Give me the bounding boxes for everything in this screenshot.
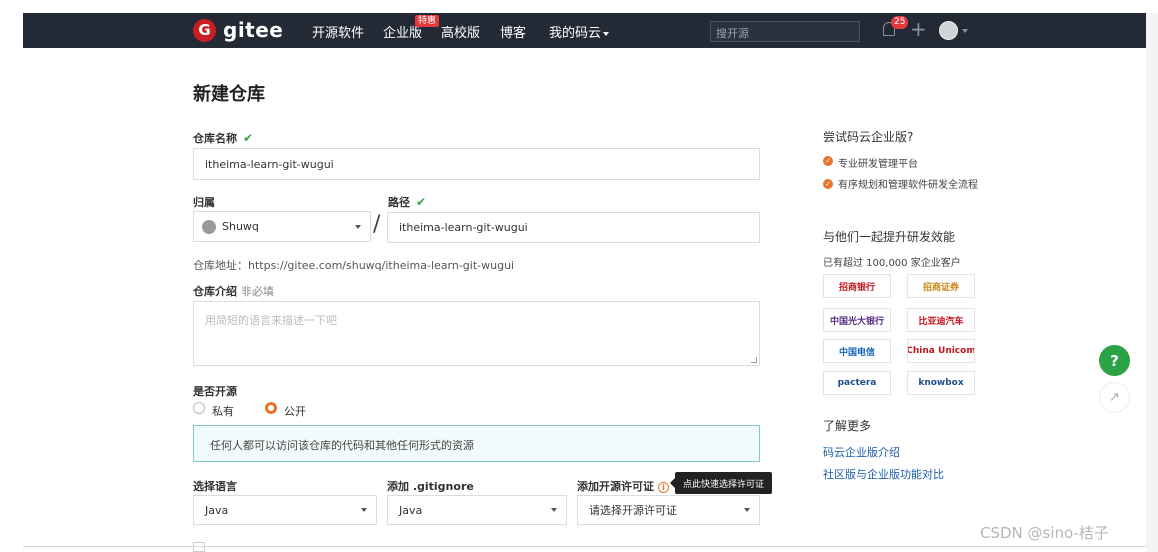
customer-logo-ceb: 中国光大银行 xyxy=(823,308,891,332)
repo-name-input[interactable]: itheima-learn-git-wugui xyxy=(193,148,760,180)
license-placeholder: 请选择开源许可证 xyxy=(589,504,677,517)
logo-text: gitee xyxy=(223,18,284,42)
customer-logo-cms: 招商证券 xyxy=(907,274,975,298)
top-navbar: G gitee 开源软件 企业版 特惠 高校版 博客 我的码云 搜开源 25 + xyxy=(23,13,1146,48)
path-label: 路径 ✔ xyxy=(388,194,426,210)
chevron-down-icon xyxy=(361,508,367,512)
repo-address: 仓库地址：https://gitee.com/shuwq/itheima-lea… xyxy=(193,259,515,272)
language-label: 选择语言 xyxy=(193,480,237,493)
open-source-label: 是否开源 xyxy=(193,385,237,398)
nav-blog[interactable]: 博客 xyxy=(500,22,526,41)
description-placeholder: 用简短的语言来描述一下吧 xyxy=(205,314,337,327)
special-offer-badge: 特惠 xyxy=(415,15,440,27)
gitignore-select[interactable]: Java xyxy=(387,495,567,525)
public-radio-label[interactable]: 公开 xyxy=(284,403,306,419)
plus-icon[interactable]: + xyxy=(910,19,927,39)
customer-logo-telecom: 中国电信 xyxy=(823,339,891,363)
license-select[interactable]: 请选择开源许可证 xyxy=(577,495,760,525)
license-tooltip: 点此快速选择许可证 xyxy=(670,472,772,494)
private-radio-label[interactable]: 私有 xyxy=(212,403,234,419)
check-icon: ✓ xyxy=(823,179,833,189)
customer-logo-cmb: 招商银行 xyxy=(823,274,891,298)
customers-count-text: 已有超过 100,000 家企业客户 xyxy=(823,258,961,269)
license-label-text: 添加开源许可证 xyxy=(577,480,654,493)
info-icon[interactable]: i xyxy=(658,481,669,493)
init-readme-checkbox[interactable] xyxy=(193,542,205,552)
notification-badge: 25 xyxy=(891,16,909,29)
desc-label: 仓库介绍 非必填 xyxy=(193,283,274,299)
bullet-text: 专业研发管理平台 xyxy=(838,159,918,170)
enterprise-bullet: ✓ 有序规划和管理软件研发全流程 xyxy=(823,178,983,193)
enterprise-intro-link[interactable]: 码云企业版介绍 xyxy=(823,444,900,460)
license-label: 添加开源许可证 i xyxy=(577,478,669,494)
check-icon: ✔ xyxy=(416,195,427,209)
language-select[interactable]: Java xyxy=(193,495,377,525)
page-title: 新建仓库 xyxy=(193,84,265,105)
page-scrollbar[interactable] xyxy=(1146,13,1158,552)
gitee-logo[interactable]: G gitee xyxy=(193,18,283,42)
divider xyxy=(23,546,1146,547)
desc-label-text: 仓库介绍 xyxy=(193,285,237,298)
nav-open-source[interactable]: 开源软件 xyxy=(312,22,364,41)
peers-title: 与他们一起提升研发效能 xyxy=(823,230,956,244)
search-input[interactable]: 搜开源 xyxy=(710,21,860,42)
chevron-down-icon xyxy=(603,31,610,36)
check-icon: ✔ xyxy=(243,131,254,145)
customer-logo-unicom: China Unicom xyxy=(907,339,975,363)
nav-my-gitee-label: 我的码云 xyxy=(549,26,602,41)
path-separator: / xyxy=(373,212,381,237)
owner-select[interactable]: Shuwq xyxy=(193,211,371,242)
public-radio[interactable] xyxy=(265,402,277,414)
nav-my-gitee[interactable]: 我的码云 xyxy=(549,22,610,41)
gitee-logo-icon: G xyxy=(193,18,216,42)
chevron-down-icon xyxy=(551,508,557,512)
bullet-text: 有序规划和管理软件研发全流程 xyxy=(838,180,978,191)
try-enterprise-title: 尝试码云企业版? xyxy=(823,130,914,144)
path-label-text: 路径 xyxy=(388,196,410,209)
gitignore-label: 添加 .gitignore xyxy=(387,480,474,493)
owner-avatar xyxy=(202,219,216,234)
chevron-down-icon xyxy=(744,508,750,512)
share-icon[interactable]: ↗ xyxy=(1099,382,1130,413)
learn-more-title: 了解更多 xyxy=(823,419,872,433)
description-textarea[interactable]: 用简短的语言来描述一下吧 xyxy=(193,301,760,366)
chevron-down-icon[interactable] xyxy=(962,29,968,33)
avatar[interactable] xyxy=(939,21,958,40)
owner-label: 归属 xyxy=(193,196,215,209)
feature-compare-link[interactable]: 社区版与企业版功能对比 xyxy=(823,466,944,482)
repo-name-label-text: 仓库名称 xyxy=(193,132,237,145)
gitignore-value: Java xyxy=(399,503,423,517)
owner-value: Shuwq xyxy=(222,220,259,233)
enterprise-bullet: ✓ 专业研发管理平台 xyxy=(823,155,918,170)
language-value: Java xyxy=(205,503,229,517)
visibility-info-box: 任何人都可以访问该仓库的代码和其他任何形式的资源 xyxy=(193,425,760,462)
watermark: CSDN @sino-桔子 xyxy=(980,524,1109,542)
check-icon: ✓ xyxy=(823,156,833,166)
private-radio[interactable] xyxy=(193,402,205,414)
repo-name-label: 仓库名称 ✔ xyxy=(193,130,253,146)
customer-logo-byd: 比亚迪汽车 xyxy=(907,308,975,332)
help-button[interactable]: ? xyxy=(1099,345,1130,376)
customer-logo-knowbox: knowbox xyxy=(907,371,975,395)
resize-handle[interactable] xyxy=(751,357,757,363)
nav-university[interactable]: 高校版 xyxy=(441,22,480,41)
chevron-down-icon xyxy=(355,224,361,229)
customer-logo-pactera: pactera xyxy=(823,371,891,395)
path-input[interactable]: itheima-learn-git-wugui xyxy=(387,212,760,243)
desc-optional: 非必填 xyxy=(241,285,274,298)
